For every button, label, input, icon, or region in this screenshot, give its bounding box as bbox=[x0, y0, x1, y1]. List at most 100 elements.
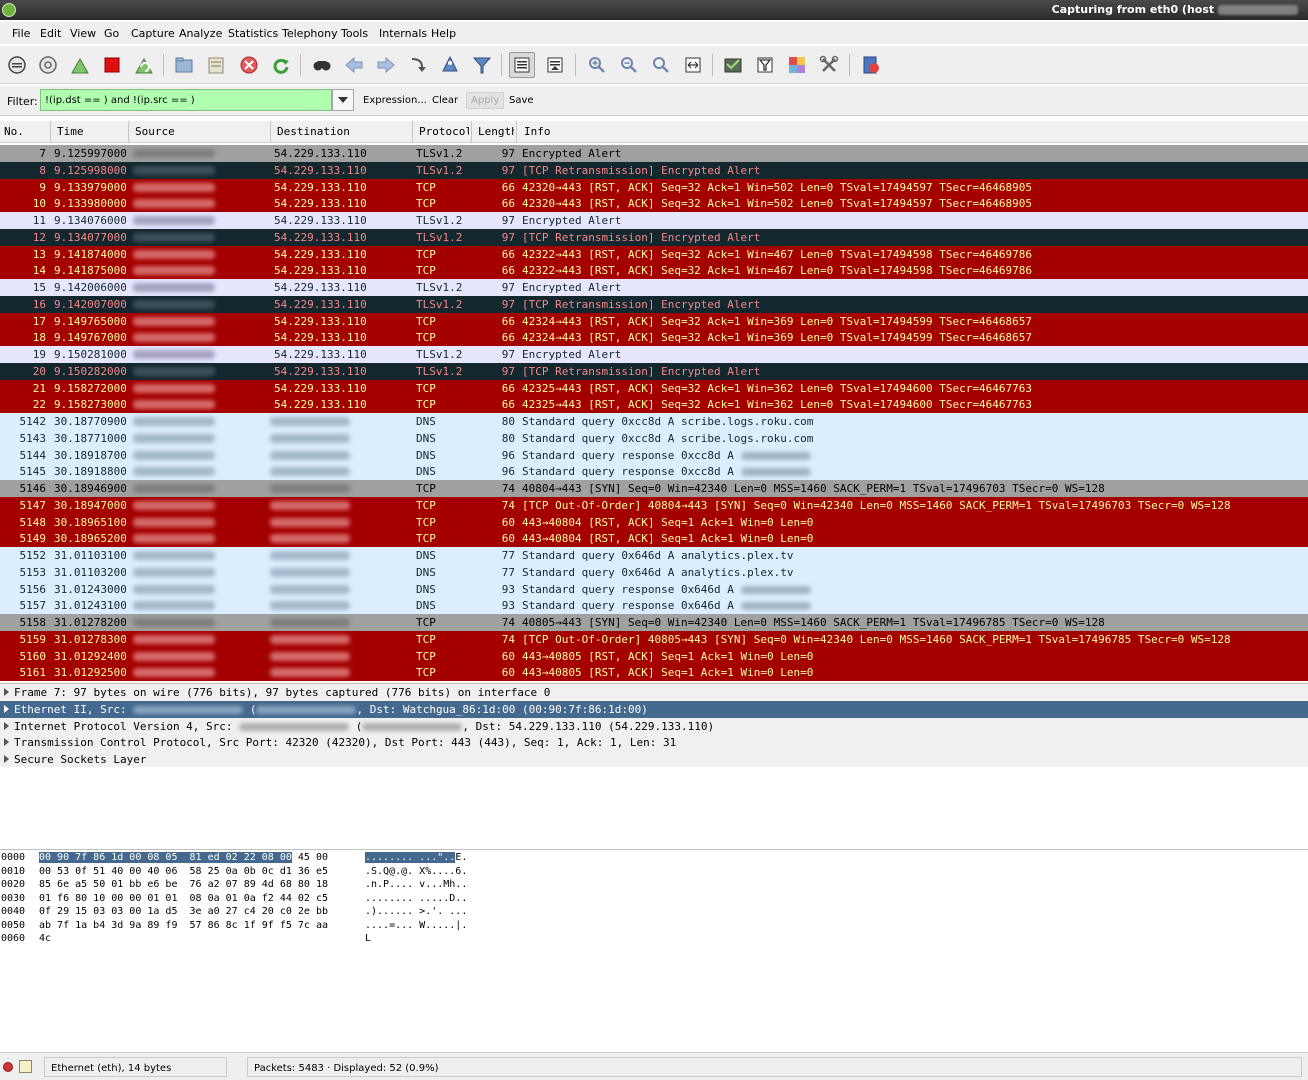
packet-row[interactable]: 5158 31.01278200(TCP 74 40805→443 [SYN] Seq… bbox=[0, 614, 1308, 631]
interfaces-icon[interactable] bbox=[4, 52, 30, 78]
packet-row[interactable]: 20 9.150282000 54.229.133.110 TLSv1.2 97 [TCP… bbox=[0, 362, 1308, 380]
stop-capture-icon[interactable] bbox=[99, 52, 125, 78]
go-to-packet-icon[interactable] bbox=[405, 52, 431, 78]
display-filter-input[interactable]: !(ip.dst == ) and !(ip.src == ) bbox=[40, 89, 332, 111]
filter-history-dropdown[interactable] bbox=[332, 89, 354, 111]
menu-edit[interactable]: Edit bbox=[40, 27, 61, 40]
detail-tree-item[interactable]: Secure Sockets Layer bbox=[0, 751, 1308, 768]
column-length[interactable]: Length bbox=[478, 125, 514, 138]
packet-row[interactable]: 13 9.141874000 54.229.133.110 TCP 66 42322→44… bbox=[0, 245, 1308, 263]
packet-row[interactable]: 10 9.133980000 54.229.133.110 TCP 66 42320→44… bbox=[0, 195, 1308, 212]
packet-row[interactable]: 5146 30.18946900(TCP 74 40804→443 [SYN] Seq… bbox=[0, 480, 1308, 497]
menu-statistics[interactable]: Statistics bbox=[228, 27, 278, 40]
menu-telephony[interactable]: Telephony bbox=[282, 27, 338, 40]
clear-button[interactable]: Clear bbox=[432, 95, 458, 106]
go-back-icon[interactable] bbox=[341, 52, 367, 78]
apply-button[interactable]: Apply bbox=[466, 92, 505, 109]
packet-row[interactable]: 16 9.142007000 54.229.133.110 TLSv1.2 97 [TCP… bbox=[0, 295, 1308, 313]
packet-details-pane[interactable]: Frame 7: 97 bytes on wire (776 bits), 97… bbox=[0, 683, 1308, 767]
packet-row[interactable]: 8 9.125998000 54.229.133.110 TLSv1.2 97 [TCP … bbox=[0, 161, 1308, 179]
go-forward-icon[interactable] bbox=[373, 52, 399, 78]
packet-row[interactable]: 5152 31.01103100(DNS 77 Standard query 0x64… bbox=[0, 547, 1308, 564]
expand-arrow-icon[interactable] bbox=[4, 688, 9, 696]
close-file-icon[interactable] bbox=[236, 52, 262, 78]
capture-comment-icon[interactable] bbox=[19, 1060, 32, 1073]
packet-row[interactable]: 17 9.149765000 54.229.133.110 TCP 66 42324→44… bbox=[0, 312, 1308, 330]
packet-row[interactable]: 9 9.133979000 54.229.133.110 TCP 66 42320→443… bbox=[0, 178, 1308, 196]
resize-columns-icon[interactable] bbox=[680, 52, 706, 78]
detail-tree-item[interactable]: Internet Protocol Version 4, Src: (, Dst… bbox=[0, 718, 1308, 735]
packet-row[interactable]: 5153 31.01103200(DNS 77 Standard query 0x64… bbox=[0, 563, 1308, 581]
find-packet-icon[interactable] bbox=[309, 52, 335, 78]
packet-list[interactable]: 7 9.125997000 54.229.133.110 TLSv1.2 97 Encry… bbox=[0, 145, 1308, 681]
menu-help[interactable]: Help bbox=[431, 27, 456, 40]
column-source[interactable]: Source bbox=[135, 125, 175, 138]
detail-tree-item[interactable]: Transmission Control Protocol, Src Port:… bbox=[0, 734, 1308, 751]
open-file-icon[interactable] bbox=[171, 52, 197, 78]
help-icon[interactable] bbox=[858, 52, 884, 78]
detail-tree-item[interactable]: Ethernet II, Src: (, Dst: Watchgua_86:1d… bbox=[0, 700, 1308, 718]
packet-row[interactable]: 5142 30.18770900(DNS 80 Standard query 0xcc… bbox=[0, 413, 1308, 430]
menu-go[interactable]: Go bbox=[104, 27, 119, 40]
packet-row[interactable]: 5149 30.18965200(TCP 60 443→40804 [RST, ACK… bbox=[0, 530, 1308, 547]
packet-info: 42320→443 [RST, ACK] Seq=32 Ack=1 Win=50… bbox=[522, 181, 1032, 194]
filter-icon[interactable] bbox=[469, 52, 495, 78]
reload-icon[interactable] bbox=[268, 52, 294, 78]
go-first-icon[interactable] bbox=[437, 52, 463, 78]
packet-row[interactable]: 21 9.158272000 54.229.133.110 TCP 66 42325→44… bbox=[0, 379, 1308, 397]
zoom-out-icon[interactable] bbox=[616, 52, 642, 78]
menu-analyze[interactable]: Analyze bbox=[179, 27, 222, 40]
colorize-icon[interactable] bbox=[509, 52, 535, 78]
packet-row[interactable]: 5145 30.18918800(DNS 96 Standard query resp… bbox=[0, 463, 1308, 480]
packet-row[interactable]: 15 9.142006000 54.229.133.110 TLSv1.2 97 Encr… bbox=[0, 279, 1308, 296]
start-capture-icon[interactable] bbox=[67, 52, 93, 78]
packet-row[interactable]: 11 9.134076000 54.229.133.110 TLSv1.2 97 Encr… bbox=[0, 212, 1308, 229]
menu-view[interactable]: View bbox=[70, 27, 96, 40]
packet-row[interactable]: 5160 31.01292400(TCP 60 443→40805 [RST, ACK… bbox=[0, 647, 1308, 665]
detail-tree-item[interactable]: Frame 7: 97 bytes on wire (776 bits), 97… bbox=[0, 684, 1308, 701]
autoscroll-icon[interactable] bbox=[542, 52, 568, 78]
save-button[interactable]: Save bbox=[509, 95, 534, 106]
packet-bytes-pane[interactable]: 0000 00 90 7f 86 1d 00 08 05 81 ed 02 22 … bbox=[0, 849, 1308, 1049]
menu-capture[interactable]: Capture bbox=[131, 27, 175, 40]
packet-row[interactable]: 7 9.125997000 54.229.133.110 TLSv1.2 97 Encry… bbox=[0, 145, 1308, 162]
packet-row[interactable]: 5159 31.01278300(TCP 74 [TCP Out-Of-Order] … bbox=[0, 630, 1308, 648]
column-destination[interactable]: Destination bbox=[277, 125, 350, 138]
expand-arrow-icon[interactable] bbox=[4, 721, 9, 730]
menu-file[interactable]: File bbox=[12, 27, 30, 40]
packet-row[interactable]: 5161 31.01292500(TCP 60 443→40805 [RST, ACK… bbox=[0, 664, 1308, 681]
packet-length: 93 bbox=[501, 599, 515, 613]
packet-row[interactable]: 22 9.158273000 54.229.133.110 TCP 66 42325→44… bbox=[0, 396, 1308, 413]
expand-arrow-icon[interactable] bbox=[4, 755, 9, 763]
display-filters-icon[interactable] bbox=[752, 52, 778, 78]
expert-info-icon[interactable] bbox=[3, 1062, 13, 1072]
expand-arrow-icon[interactable] bbox=[4, 738, 9, 747]
menu-tools[interactable]: Tools bbox=[341, 27, 368, 40]
packet-row[interactable]: 14 9.141875000 54.229.133.110 TCP 66 42322→44… bbox=[0, 262, 1308, 279]
zoom-in-icon[interactable] bbox=[584, 52, 610, 78]
packet-row[interactable]: 5144 30.18918700(DNS 96 Standard query resp… bbox=[0, 446, 1308, 464]
packet-row[interactable]: 5147 30.18947000(TCP 74 [TCP Out-Of-Order] … bbox=[0, 496, 1308, 514]
packet-source-redacted bbox=[133, 149, 215, 158]
coloring-rules-icon[interactable] bbox=[784, 52, 810, 78]
menu-internals[interactable]: Internals bbox=[379, 27, 427, 40]
normal-size-icon[interactable] bbox=[648, 52, 674, 78]
column-info[interactable]: Info bbox=[524, 125, 551, 138]
expression-button[interactable]: Expression... bbox=[363, 95, 427, 106]
column-time[interactable]: Time bbox=[57, 125, 84, 138]
expand-arrow-icon[interactable] bbox=[4, 704, 9, 713]
options-icon[interactable] bbox=[35, 52, 61, 78]
column-no[interactable]: No. bbox=[4, 125, 24, 138]
capture-filters-icon[interactable] bbox=[720, 52, 746, 78]
packet-row[interactable]: 5156 31.01243000(DNS 93 Standard query resp… bbox=[0, 580, 1308, 598]
packet-row[interactable]: 5143 30.18771000(DNS 80 Standard query 0xcc… bbox=[0, 429, 1308, 447]
column-protocol[interactable]: Protocol bbox=[419, 125, 469, 138]
packet-row[interactable]: 12 9.134077000 54.229.133.110 TLSv1.2 97 [TCP… bbox=[0, 228, 1308, 246]
packet-row[interactable]: 5148 30.18965100(TCP 60 443→40804 [RST, ACK… bbox=[0, 513, 1308, 531]
preferences-icon[interactable] bbox=[816, 52, 842, 78]
save-file-icon[interactable] bbox=[203, 52, 229, 78]
restart-capture-icon[interactable] bbox=[131, 52, 157, 78]
packet-row[interactable]: 19 9.150281000 54.229.133.110 TLSv1.2 97 Encr… bbox=[0, 346, 1308, 363]
packet-row[interactable]: 5157 31.01243100(DNS 93 Standard query resp… bbox=[0, 597, 1308, 614]
packet-row[interactable]: 18 9.149767000 54.229.133.110 TCP 66 42324→44… bbox=[0, 329, 1308, 346]
